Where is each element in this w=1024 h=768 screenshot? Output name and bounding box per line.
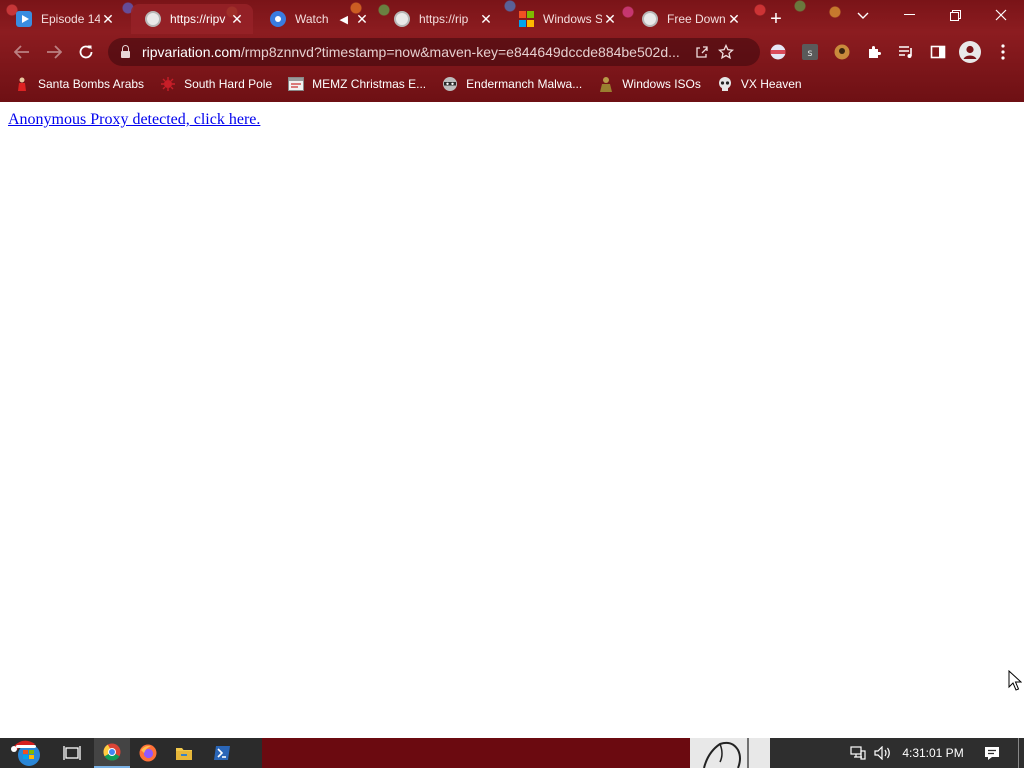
taskbar-file-explorer[interactable] bbox=[166, 738, 202, 768]
minimize-button[interactable] bbox=[886, 0, 932, 30]
profile-avatar-icon[interactable] bbox=[958, 40, 982, 64]
vx-skull-icon bbox=[717, 76, 733, 92]
extensions-puzzle-icon[interactable] bbox=[864, 42, 884, 62]
chevron-down-icon[interactable] bbox=[852, 6, 874, 26]
bookmark-label: Windows ISOs bbox=[622, 77, 701, 91]
menu-kebab-icon[interactable] bbox=[993, 42, 1013, 62]
close-icon[interactable]: ✕ bbox=[602, 11, 618, 27]
address-bar[interactable]: ripvariation.com/rmp8znnvd?timestamp=now… bbox=[108, 38, 760, 66]
clock[interactable]: 4:31:01 PM bbox=[898, 738, 968, 768]
svg-text:s: s bbox=[807, 48, 812, 59]
bookmark-label: VX Heaven bbox=[740, 77, 802, 91]
speaker-muted-icon[interactable]: ◀︎ bbox=[340, 13, 348, 26]
tab-title: https://ripv bbox=[170, 12, 226, 26]
tab-strip: Episode 14 ✕ https://ripv ✕ Watch ◀︎ ✕ h… bbox=[0, 0, 1024, 34]
tab-watch[interactable]: Watch ◀︎ ✕ bbox=[256, 4, 378, 34]
bookmark-vx-heaven[interactable]: VX Heaven bbox=[717, 76, 802, 92]
bookmark-santa-bombs-arabs[interactable]: Santa Bombs Arabs bbox=[14, 76, 144, 92]
media-control-icon[interactable] bbox=[896, 42, 916, 62]
close-icon[interactable]: ✕ bbox=[229, 11, 245, 27]
bookmark-south-hard-pole[interactable]: South Hard Pole bbox=[160, 76, 272, 92]
start-button[interactable] bbox=[6, 738, 46, 768]
bookmark-label: MEMZ Christmas E... bbox=[312, 77, 427, 91]
reload-button[interactable] bbox=[72, 38, 100, 66]
close-icon[interactable]: ✕ bbox=[100, 11, 116, 27]
tab-title: Windows S bbox=[543, 12, 602, 26]
forward-button[interactable] bbox=[40, 38, 68, 66]
bookmark-windows-isos[interactable]: Windows ISOs bbox=[598, 76, 701, 92]
raccoon-icon bbox=[442, 76, 458, 92]
globe-icon bbox=[642, 11, 658, 27]
powershell-icon bbox=[214, 746, 230, 760]
bookmark-star-icon[interactable] bbox=[714, 40, 738, 64]
close-icon[interactable]: ✕ bbox=[726, 11, 742, 27]
back-button[interactable] bbox=[8, 38, 36, 66]
browser-chrome: Episode 14 ✕ https://ripv ✕ Watch ◀︎ ✕ h… bbox=[0, 0, 1024, 102]
tab-title: Watch bbox=[295, 12, 329, 26]
firefox-icon bbox=[139, 744, 157, 762]
video-play-icon bbox=[16, 11, 32, 27]
folder-icon bbox=[176, 748, 192, 760]
show-desktop-button[interactable] bbox=[1018, 738, 1019, 768]
extension-flag-icon[interactable] bbox=[768, 42, 788, 62]
wallpaper-sketch bbox=[703, 738, 749, 768]
virus-icon bbox=[160, 76, 176, 92]
lock-icon[interactable] bbox=[118, 44, 132, 59]
network-icon[interactable] bbox=[848, 738, 868, 768]
tab-windows[interactable]: Windows S ✕ bbox=[504, 4, 626, 34]
share-icon[interactable] bbox=[690, 40, 714, 64]
person-icon bbox=[598, 76, 614, 92]
taskbar-powershell[interactable] bbox=[204, 738, 240, 768]
watch-icon bbox=[270, 11, 286, 27]
notification-center-icon[interactable] bbox=[978, 738, 1006, 768]
task-view-button[interactable] bbox=[54, 738, 90, 768]
anonymous-proxy-link[interactable]: Anonymous Proxy detected, click here. bbox=[8, 111, 260, 129]
side-panel-icon[interactable] bbox=[928, 42, 948, 62]
globe-icon bbox=[394, 11, 410, 27]
chrome-icon bbox=[103, 743, 121, 761]
bookmark-label: Santa Bombs Arabs bbox=[38, 77, 145, 91]
url-path: /rmp8znnvd?timestamp=now&maven-key=e8446… bbox=[240, 44, 680, 60]
microsoft-logo-icon bbox=[518, 11, 534, 27]
taskbar-firefox[interactable] bbox=[130, 738, 166, 768]
memz-window-icon bbox=[288, 76, 305, 92]
restore-button[interactable] bbox=[932, 0, 978, 30]
tab-ripvariation[interactable]: https://rip ✕ bbox=[380, 4, 502, 34]
taskbar: 4:31:01 PM bbox=[0, 738, 1024, 768]
page-content: Anonymous Proxy detected, click here. bbox=[0, 102, 1024, 738]
url-text[interactable]: ripvariation.com/rmp8znnvd?timestamp=now… bbox=[142, 44, 690, 60]
tab-episode[interactable]: Episode 14 ✕ bbox=[2, 4, 124, 34]
globe-icon bbox=[145, 11, 161, 27]
tab-title: Episode 14 bbox=[41, 12, 100, 26]
close-icon[interactable]: ✕ bbox=[478, 11, 494, 27]
bookmark-label: Endermanch Malwa... bbox=[466, 77, 583, 91]
tab-title: https://rip bbox=[419, 12, 469, 26]
url-host: ripvariation.com bbox=[142, 44, 241, 60]
santa-figure-icon bbox=[14, 76, 30, 92]
close-icon[interactable]: ✕ bbox=[354, 11, 370, 27]
taskbar-chrome[interactable] bbox=[94, 738, 130, 768]
extension-avatar-icon[interactable] bbox=[832, 42, 852, 62]
extension-s-icon[interactable]: s bbox=[800, 42, 820, 62]
toolbar: ripvariation.com/rmp8znnvd?timestamp=now… bbox=[0, 34, 1024, 70]
windows-orb-icon bbox=[11, 740, 40, 766]
mouse-cursor-icon bbox=[1008, 670, 1022, 691]
tab-title: Free Down bbox=[667, 12, 726, 26]
bookmarks-bar: Santa Bombs Arabs South Hard Pole MEMZ C… bbox=[0, 70, 1024, 98]
tab-free-download[interactable]: Free Down ✕ bbox=[628, 4, 750, 34]
bookmark-memz-christmas[interactable]: MEMZ Christmas E... bbox=[288, 76, 426, 92]
bookmark-label: South Hard Pole bbox=[184, 77, 273, 91]
close-window-button[interactable] bbox=[978, 0, 1024, 30]
volume-icon[interactable] bbox=[872, 738, 894, 768]
bookmark-endermanch-malware[interactable]: Endermanch Malwa... bbox=[442, 76, 582, 92]
tab-ripvariation-active[interactable]: https://ripv ✕ bbox=[131, 4, 253, 34]
new-tab-button[interactable]: + bbox=[764, 7, 788, 31]
